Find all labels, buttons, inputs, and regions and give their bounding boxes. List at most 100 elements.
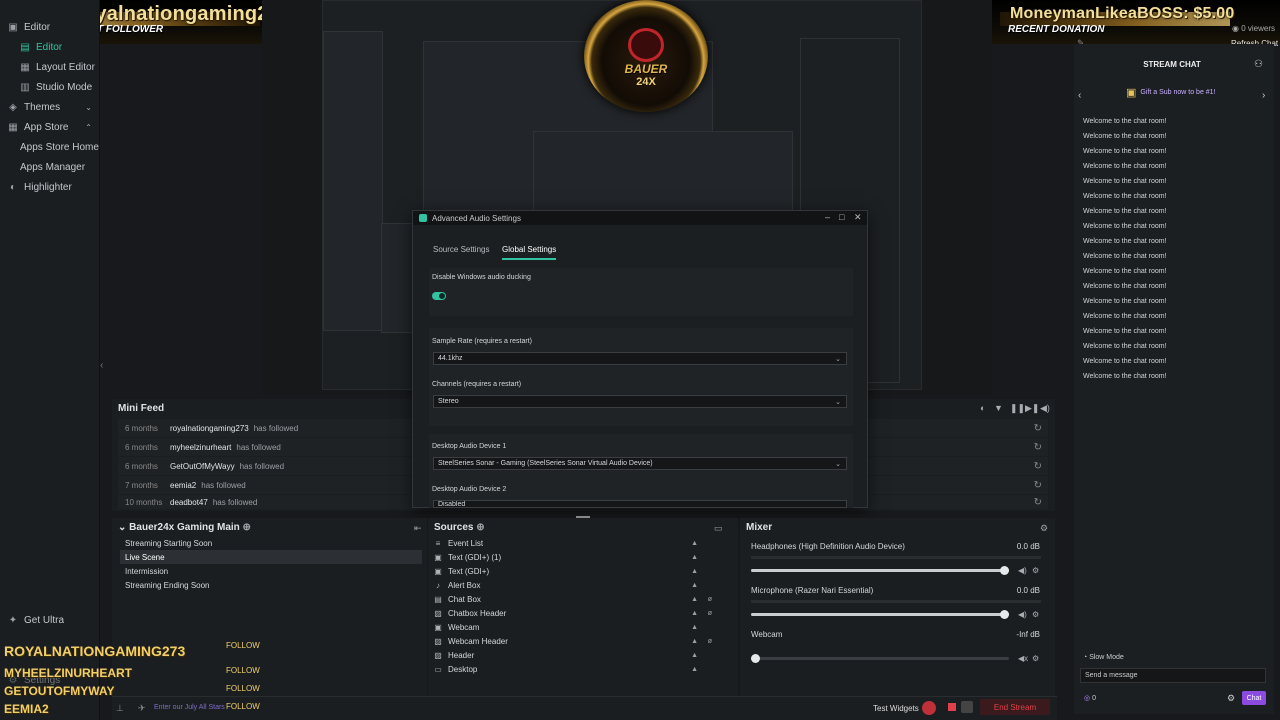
source-item[interactable]: ▨ Header ▲ bbox=[434, 648, 698, 662]
speaker-icon[interactable]: ◀) bbox=[1018, 610, 1027, 619]
chevron-left-icon[interactable]: ‹ bbox=[1078, 90, 1081, 101]
channels-select[interactable]: Stereo ⌄ bbox=[433, 395, 847, 408]
sidebar-item-themes[interactable]: ◈ Themes ⌄ bbox=[0, 97, 100, 117]
speaker-icon[interactable]: ◀) bbox=[1018, 566, 1027, 575]
sidebar-item-get-ultra[interactable]: ✦ Get Ultra bbox=[0, 610, 100, 630]
sample-rate-select[interactable]: 44.1khz ⌄ bbox=[433, 352, 847, 365]
hidden-eye-icon[interactable]: ø bbox=[708, 610, 712, 617]
end-stream-button[interactable]: End Stream bbox=[980, 699, 1050, 715]
lock-icon[interactable]: ▲ bbox=[691, 568, 698, 575]
scene-item[interactable]: Streaming Starting Soon bbox=[120, 536, 422, 550]
volume-slider[interactable] bbox=[751, 610, 1009, 619]
ducking-toggle[interactable] bbox=[432, 292, 446, 300]
mini-feed-title: Mini Feed bbox=[118, 403, 165, 414]
volume-knob[interactable] bbox=[751, 654, 760, 663]
sidebar-item-editor-sub[interactable]: ▤ Editor bbox=[0, 37, 100, 57]
volume-slider[interactable] bbox=[751, 566, 1009, 575]
sidebar-item-highlighter[interactable]: ◐ Highlighter bbox=[0, 177, 100, 197]
logo-emblem-icon bbox=[628, 28, 664, 62]
filter-icon[interactable]: ▼ bbox=[994, 403, 1003, 413]
tab-source-settings[interactable]: Source Settings bbox=[433, 245, 489, 254]
chat-message: Welcome to the chat room! bbox=[1083, 373, 1167, 380]
hidden-eye-icon[interactable]: ø bbox=[708, 638, 712, 645]
scene-transition-icon[interactable]: ⇤ bbox=[414, 523, 422, 534]
volume-slider[interactable] bbox=[751, 654, 1009, 663]
source-item[interactable]: ≡ Event List ▲ bbox=[434, 536, 698, 550]
scene-item[interactable]: Intermission bbox=[120, 564, 422, 578]
lock-icon[interactable]: ▲ bbox=[691, 610, 698, 617]
collapse-sidebar-button[interactable]: ‹ bbox=[100, 360, 110, 374]
minimize-icon[interactable]: – bbox=[825, 212, 830, 222]
gear-icon[interactable]: ⚙ bbox=[1032, 654, 1039, 663]
close-icon[interactable]: ✕ bbox=[854, 212, 862, 223]
lock-icon[interactable]: ▲ bbox=[691, 624, 698, 631]
skip-icon[interactable]: ▶❚ bbox=[1025, 403, 1039, 414]
gear-icon[interactable]: ⚙ bbox=[1032, 610, 1039, 619]
add-source-icon[interactable]: ⊕ bbox=[476, 522, 484, 533]
gear-icon[interactable]: ⚙ bbox=[1040, 523, 1048, 534]
users-icon[interactable]: ⚇ bbox=[1254, 59, 1263, 70]
repeat-icon[interactable]: ↻ bbox=[1034, 442, 1042, 453]
sidebar-item-apps-store-home[interactable]: Apps Store Home bbox=[0, 137, 100, 157]
replay-buffer-icon[interactable] bbox=[961, 701, 973, 713]
scene-item-active[interactable]: Live Scene bbox=[120, 550, 422, 564]
source-item[interactable]: ▣ Webcam ▲ bbox=[434, 620, 698, 634]
lock-icon[interactable]: ▲ bbox=[691, 638, 698, 645]
shield-icon[interactable]: ◐ bbox=[980, 403, 985, 413]
repeat-icon[interactable]: ↻ bbox=[1034, 497, 1042, 508]
sidebar-item-apps-manager[interactable]: Apps Manager bbox=[0, 157, 100, 177]
volume-knob[interactable] bbox=[1000, 610, 1009, 619]
volume-fill bbox=[751, 613, 1009, 616]
chat-send-button[interactable]: Chat bbox=[1242, 691, 1266, 705]
follow-button: FOLLOW bbox=[226, 702, 260, 711]
source-item[interactable]: ▣ Text (GDI+) (1) ▲ bbox=[434, 550, 698, 564]
volume-knob[interactable] bbox=[1000, 566, 1009, 575]
repeat-icon[interactable]: ↻ bbox=[1034, 461, 1042, 472]
source-item[interactable]: ♪ Alert Box ▲ bbox=[434, 578, 698, 592]
stop-icon[interactable] bbox=[948, 703, 956, 711]
sidebar-item-studio-mode[interactable]: ▥ Studio Mode bbox=[0, 77, 100, 97]
add-scene-icon[interactable]: ⊕ bbox=[243, 522, 251, 533]
speaker-muted-icon[interactable]: ◀x bbox=[1018, 654, 1028, 663]
source-item[interactable]: ▤ Chat Box ▲ ø bbox=[434, 592, 712, 606]
pause-icon[interactable]: ❚❚ bbox=[1010, 403, 1025, 414]
scene-item[interactable]: Streaming Ending Soon bbox=[120, 578, 422, 592]
tab-global-settings[interactable]: Global Settings bbox=[502, 245, 557, 260]
dialog-title: Advanced Audio Settings bbox=[432, 213, 521, 223]
chat-input[interactable]: Send a message bbox=[1080, 668, 1266, 683]
mixer-title: Mixer bbox=[746, 522, 773, 533]
lock-icon[interactable]: ▲ bbox=[691, 596, 698, 603]
gift-sub-banner[interactable]: ▣ Gift a Sub now to be #1! bbox=[1126, 84, 1236, 100]
source-item[interactable]: ▨ Webcam Header ▲ ø bbox=[434, 634, 712, 648]
repeat-icon[interactable]: ↻ bbox=[1034, 423, 1042, 434]
scene-collection-name[interactable]: Bauer24x Gaming Main bbox=[129, 522, 240, 533]
lock-icon[interactable]: ▲ bbox=[691, 554, 698, 561]
folder-icon[interactable]: ▭ bbox=[714, 523, 723, 534]
desktop-audio-1-select[interactable]: SteelSeries Sonar - Gaming (SteelSeries … bbox=[433, 457, 847, 470]
lock-icon[interactable]: ▲ bbox=[691, 652, 698, 659]
sidebar-item-label: Apps Store Home bbox=[20, 141, 99, 153]
chat-message: Welcome to the chat room! bbox=[1083, 253, 1167, 260]
desktop-audio-2-select[interactable]: Disabled bbox=[433, 500, 847, 508]
points-value: 0 bbox=[1092, 695, 1096, 702]
sidebar-item-app-store[interactable]: ▦ App Store ⌃ bbox=[0, 117, 100, 137]
gear-icon[interactable]: ⚙ bbox=[1227, 693, 1235, 704]
channel-points[interactable]: ◎ 0 bbox=[1084, 694, 1096, 702]
lock-icon[interactable]: ▲ bbox=[691, 540, 698, 547]
volume-icon[interactable]: ◀) bbox=[1040, 403, 1050, 414]
source-item[interactable]: ▣ Text (GDI+) ▲ bbox=[434, 564, 698, 578]
maximize-icon[interactable]: □ bbox=[839, 212, 844, 222]
repeat-icon[interactable]: ↻ bbox=[1034, 480, 1042, 491]
test-widgets-button[interactable]: Test Widgets bbox=[873, 704, 919, 713]
gear-icon[interactable]: ⚙ bbox=[1032, 566, 1039, 575]
hidden-eye-icon[interactable]: ø bbox=[708, 596, 712, 603]
lock-icon[interactable]: ▲ bbox=[691, 582, 698, 589]
source-item[interactable]: ▭ Desktop ▲ bbox=[434, 662, 698, 676]
record-icon[interactable] bbox=[922, 701, 936, 715]
chevron-down-icon[interactable]: ⌄ bbox=[118, 522, 129, 533]
source-item[interactable]: ▨ Chatbox Header ▲ ø bbox=[434, 606, 712, 620]
sidebar-item-editor[interactable]: ▣ Editor bbox=[0, 17, 100, 37]
chevron-right-icon[interactable]: › bbox=[1262, 90, 1265, 101]
sidebar-item-layout-editor[interactable]: ▦ Layout Editor bbox=[0, 57, 100, 77]
lock-icon[interactable]: ▲ bbox=[691, 666, 698, 673]
